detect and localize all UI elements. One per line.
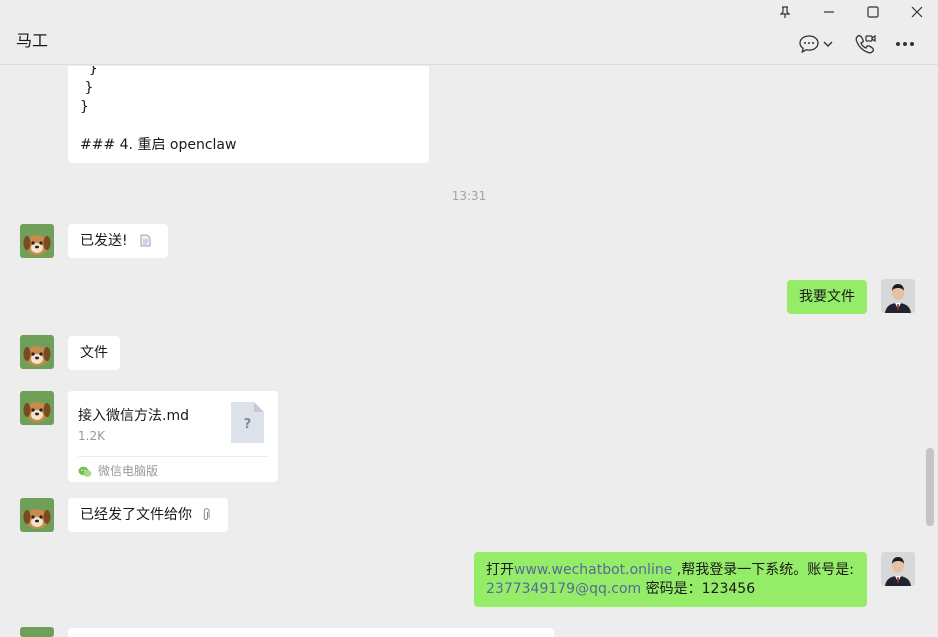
message-bubble-outgoing[interactable]: 打开www.wechatbot.online ,帮我登录一下系统。账号是: 23…: [474, 552, 867, 607]
minimize-icon[interactable]: [819, 2, 839, 22]
maximize-icon[interactable]: [863, 2, 883, 22]
contact-avatar[interactable]: [20, 498, 54, 532]
message-text: 已经发了文件给你: [80, 507, 192, 523]
contact-avatar[interactable]: [20, 627, 54, 637]
unknown-file-icon: ?: [231, 402, 264, 443]
message-text: ,帮我登录一下系统。账号是:: [672, 562, 854, 578]
message-text: 文件: [80, 345, 108, 361]
email-link[interactable]: 2377349179@qq.com: [486, 581, 641, 597]
message-bubble[interactable]: 已发送!: [68, 224, 168, 258]
message-bubble-outgoing[interactable]: 我要文件: [787, 280, 867, 314]
more-icon[interactable]: [893, 32, 917, 56]
video-call-icon[interactable]: [853, 32, 877, 56]
document-icon: [140, 234, 151, 253]
url-link[interactable]: www.wechatbot.online: [514, 562, 672, 578]
file-source-label: 微信电脑版: [98, 464, 159, 478]
file-size: 1.2K: [78, 429, 105, 443]
chat-scrollbar[interactable]: [926, 448, 934, 526]
message-bubble[interactable]: [68, 628, 554, 637]
code-line: ### 4. 重启 openclaw: [80, 137, 237, 153]
message-bubble[interactable]: 已经发了文件给你: [68, 498, 228, 532]
code-line: }: [80, 80, 94, 96]
contact-avatar[interactable]: [20, 224, 54, 258]
code-line: }: [80, 99, 89, 115]
message-timestamp: 13:31: [451, 189, 487, 203]
divider: [78, 456, 268, 457]
chat-title: 马工: [16, 31, 49, 50]
message-bubble[interactable]: 文件: [68, 336, 120, 370]
file-message-card[interactable]: 接入微信方法.md 1.2K ? 微信电脑版: [68, 391, 278, 482]
chat-bubble-icon[interactable]: [797, 32, 821, 56]
message-text: 打开: [486, 562, 514, 578]
message-text: 我要文件: [799, 289, 855, 305]
contact-avatar[interactable]: [20, 391, 54, 425]
message-text: 已发送!: [80, 233, 128, 249]
pin-icon[interactable]: [775, 2, 795, 22]
contact-avatar[interactable]: [20, 335, 54, 369]
message-text: 密码是：123456: [641, 581, 756, 597]
chevron-down-icon[interactable]: [821, 32, 835, 56]
wechat-logo-icon: [78, 463, 92, 482]
title-bar: 马工: [0, 0, 938, 65]
user-avatar[interactable]: [881, 552, 915, 586]
code-line: }: [80, 66, 98, 77]
file-icon-glyph: ?: [243, 417, 252, 432]
file-name: 接入微信方法.md: [78, 408, 189, 424]
close-icon[interactable]: [907, 2, 927, 22]
code-message-bubble[interactable]: } } } ### 4. 重启 openclaw: [68, 66, 429, 163]
user-avatar[interactable]: [881, 279, 915, 313]
paperclip-icon: [202, 508, 210, 528]
chat-history[interactable]: } } } ### 4. 重启 openclaw 13:31 已发送! 我要文件…: [0, 66, 924, 637]
